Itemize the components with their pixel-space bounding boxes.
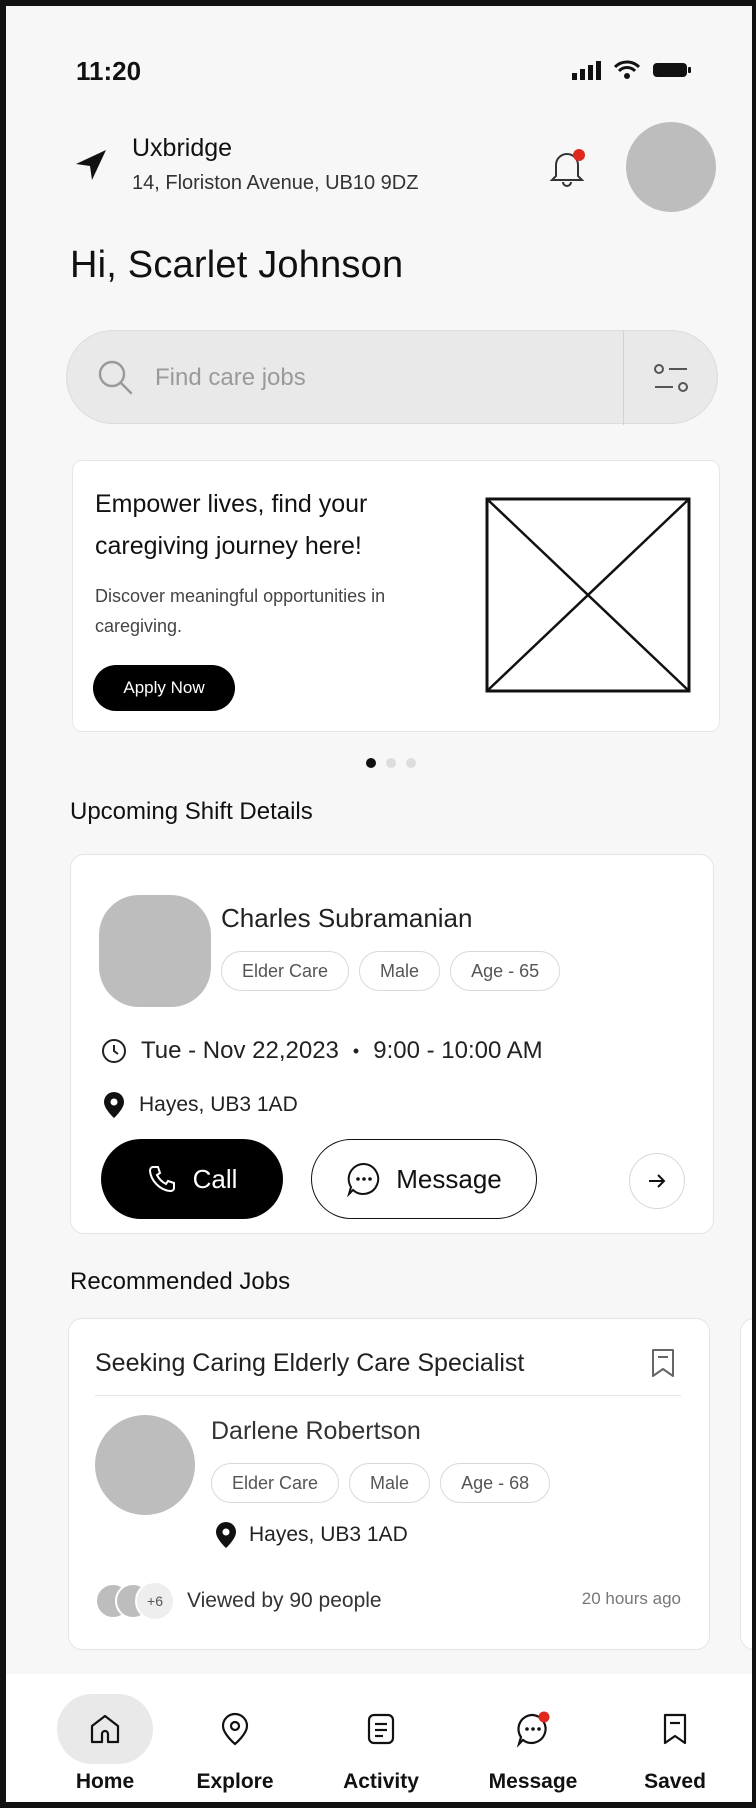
apply-now-button[interactable]: Apply Now [93, 665, 235, 711]
search-icon [98, 360, 133, 395]
posted-time: 20 hours ago [581, 1589, 681, 1608]
nav-activity[interactable]: Activity [326, 1694, 436, 1794]
carousel-indicator[interactable] [366, 758, 416, 768]
job-location: Hayes, UB3 1AD [215, 1521, 408, 1549]
signal-icon [572, 61, 601, 80]
client-tags: Elder Care Male Age - 65 [221, 951, 561, 991]
carousel-dot-2[interactable] [386, 758, 396, 768]
location-city[interactable]: Uxbridge [132, 134, 232, 163]
carousel-dot-1[interactable] [366, 758, 376, 768]
carousel-dot-3[interactable] [406, 758, 416, 768]
next-job-card[interactable] [740, 1318, 752, 1650]
nav-home[interactable]: Home [50, 1694, 160, 1794]
job-divider [95, 1395, 681, 1396]
notification-dot [573, 149, 585, 161]
call-label: Call [192, 1163, 238, 1194]
promo-banner[interactable]: Empower lives, find your caregiving jour… [72, 460, 720, 732]
bookmark-icon [663, 1713, 687, 1745]
message-button[interactable]: Message [311, 1139, 537, 1219]
viewers-row: +6 Viewed by 90 people [95, 1581, 382, 1621]
home-icon [90, 1714, 120, 1744]
client-name: Charles Subramanian [221, 903, 473, 933]
tag-gender: Male [349, 1463, 431, 1503]
shift-location-text: Hayes, UB3 1AD [139, 1093, 298, 1116]
shift-date: Tue - Nov 22,2023 [141, 1037, 339, 1064]
tag-age: Age - 68 [440, 1463, 551, 1503]
status-bar: 11:20 [76, 52, 692, 92]
search-input[interactable] [155, 355, 575, 401]
shift-details-button[interactable] [629, 1153, 685, 1209]
nav-explore-label: Explore [196, 1770, 274, 1793]
extra-viewers-count: +6 [135, 1581, 175, 1621]
document-icon [367, 1713, 395, 1745]
status-icons [572, 60, 692, 80]
search-bar[interactable] [66, 330, 718, 425]
shift-location: Hayes, UB3 1AD [103, 1091, 298, 1119]
chat-bubble-icon [347, 1162, 380, 1197]
call-button[interactable]: Call [101, 1139, 283, 1219]
location-pin-icon [221, 1712, 249, 1746]
upcoming-section-title: Upcoming Shift Details [70, 798, 313, 825]
search-divider [623, 331, 624, 425]
job-card[interactable]: Seeking Caring Elderly Care Specialist D… [68, 1318, 710, 1650]
upcoming-shift-card[interactable]: Charles Subramanian Elder Care Male Age … [70, 854, 714, 1234]
chat-bubble-icon [516, 1711, 550, 1748]
shift-time: 9:00 - 10:00 AM [373, 1037, 543, 1064]
map-pin-icon [216, 1522, 236, 1548]
viewed-by-text: Viewed by 90 people [187, 1589, 382, 1612]
recommended-section-title: Recommended Jobs [70, 1268, 291, 1295]
bottom-nav: Home Explore Activity Message Saved [6, 1674, 752, 1802]
map-pin-icon [104, 1092, 124, 1118]
app-screen: 11:20 Uxbridge 14, Floriston Avenue, UB1… [0, 0, 756, 1808]
separator-dot: • [352, 1040, 360, 1061]
tag-gender: Male [359, 951, 441, 991]
filter-icon[interactable] [647, 355, 697, 401]
location-address[interactable]: 14, Floriston Avenue, UB10 9DZ [132, 172, 418, 195]
navigation-arrow-icon[interactable] [74, 148, 108, 182]
nav-saved[interactable]: Saved [620, 1694, 730, 1794]
banner-subtitle: Discover meaningful opportunities in car… [95, 586, 386, 636]
job-title: Seeking Caring Elderly Care Specialist [95, 1349, 525, 1377]
tag-age: Age - 65 [450, 951, 561, 991]
greeting-title: Hi, Scarlet Johnson [70, 244, 404, 286]
tag-care-type: Elder Care [221, 951, 350, 991]
arrow-right-icon [649, 1174, 666, 1188]
battery-icon [653, 63, 691, 77]
profile-avatar[interactable] [626, 122, 716, 212]
banner-title: Empower lives, find your caregiving jour… [95, 490, 368, 560]
nav-explore[interactable]: Explore [180, 1694, 290, 1794]
notification-bell-icon[interactable] [546, 146, 590, 190]
bookmark-icon[interactable] [649, 1347, 677, 1379]
shift-datetime: Tue - Nov 22,2023 • 9:00 - 10:00 AM [101, 1037, 543, 1065]
status-time: 11:20 [76, 56, 142, 86]
job-location-text: Hayes, UB3 1AD [249, 1523, 408, 1546]
nav-message[interactable]: Message [478, 1694, 588, 1794]
client-avatar [99, 895, 211, 1007]
job-client-name: Darlene Robertson [211, 1417, 421, 1445]
job-client-avatar [95, 1415, 195, 1515]
nav-activity-label: Activity [343, 1770, 419, 1793]
nav-message-label: Message [488, 1770, 578, 1793]
nav-home-label: Home [75, 1770, 135, 1793]
banner-image-placeholder [485, 497, 691, 693]
message-badge [538, 1711, 550, 1723]
message-label: Message [396, 1163, 502, 1194]
nav-saved-label: Saved [644, 1770, 706, 1793]
wifi-icon [614, 60, 640, 79]
phone-icon [148, 1166, 175, 1193]
tag-care-type: Elder Care [211, 1463, 340, 1503]
job-tags: Elder Care Male Age - 68 [211, 1463, 551, 1503]
clock-icon [102, 1039, 126, 1063]
